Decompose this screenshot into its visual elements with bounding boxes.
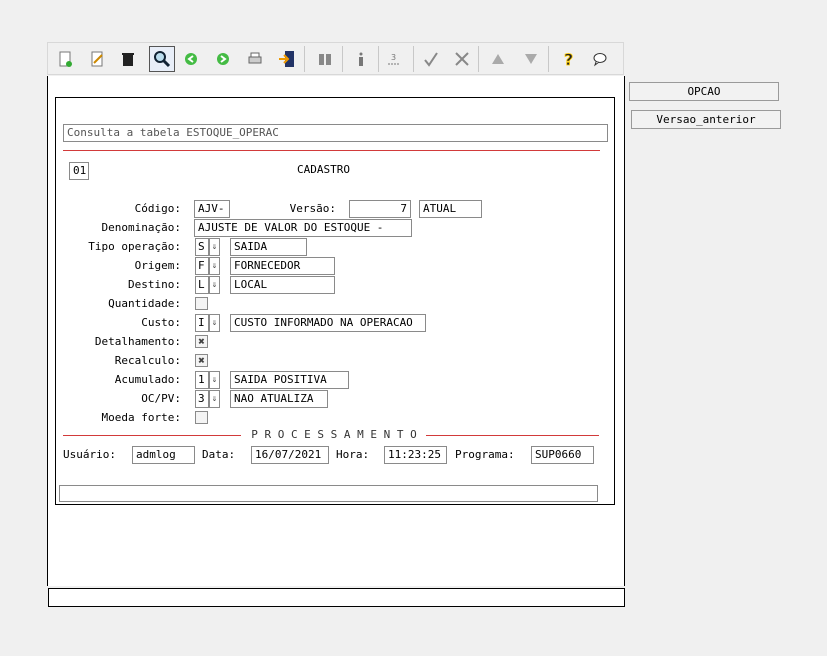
hora-label: Hora:	[336, 448, 370, 461]
versao-anterior-button[interactable]: Versao_anterior	[631, 110, 781, 129]
svg-text:?: ?	[564, 50, 573, 68]
codigo-field[interactable]: AJV-	[194, 200, 230, 218]
usuario-label: Usuário:	[63, 448, 116, 461]
origem-dropdown-icon[interactable]: ⇓	[209, 257, 220, 275]
form-title: Consulta a tabela ESTOQUE_OPERAC	[63, 124, 608, 142]
divider	[63, 150, 600, 151]
print-icon[interactable]	[244, 48, 266, 70]
quantidade-label: Quantidade:	[108, 297, 181, 310]
message-bar	[59, 485, 598, 502]
help-icon[interactable]: ?	[558, 48, 580, 70]
up-icon[interactable]	[487, 48, 509, 70]
acumulado-dropdown-icon[interactable]: ⇓	[209, 371, 220, 389]
codigo-label: Código:	[134, 202, 181, 215]
moeda-forte-label: Moeda forte:	[101, 411, 181, 424]
ocpv-code[interactable]: 3	[195, 390, 209, 408]
section-title: CADASTRO	[297, 163, 350, 176]
processamento-title: P R O C E S S A M E N T O	[251, 428, 417, 441]
acumulado-desc: SAIDA POSITIVA	[230, 371, 349, 389]
denominacao-label: Denominação:	[101, 221, 181, 234]
down-icon[interactable]	[520, 48, 542, 70]
custo-code[interactable]: I	[195, 314, 209, 332]
form-frame: Consulta a tabela ESTOQUE_OPERAC 01 CADA…	[55, 97, 615, 505]
programa-field: SUP0660	[531, 446, 594, 464]
recalculo-label: Recalculo:	[114, 354, 181, 367]
recalculo-checkbox[interactable]: ✖	[195, 354, 208, 367]
tipo-operacao-dropdown-icon[interactable]: ⇓	[209, 238, 220, 256]
edit-icon[interactable]	[86, 48, 108, 70]
custo-label: Custo:	[141, 316, 181, 329]
data-field: 16/07/2021	[251, 446, 329, 464]
origem-label: Origem:	[134, 259, 181, 272]
ocpv-dropdown-icon[interactable]: ⇓	[209, 390, 220, 408]
versao-field[interactable]: 7	[349, 200, 411, 218]
tools-icon[interactable]	[451, 48, 473, 70]
tipo-operacao-label: Tipo operação:	[88, 240, 181, 253]
detalhamento-label: Detalhamento:	[94, 335, 181, 348]
tipo-operacao-desc: SAIDA	[230, 238, 307, 256]
quantidade-checkbox[interactable]	[195, 297, 208, 310]
detalhamento-checkbox[interactable]: ✖	[195, 335, 208, 348]
custo-dropdown-icon[interactable]: ⇓	[209, 314, 220, 332]
versao-label: Versão:	[289, 202, 336, 215]
tab-number[interactable]: 01	[69, 162, 89, 180]
chat-icon[interactable]	[589, 48, 611, 70]
check-icon[interactable]	[420, 48, 442, 70]
binoculars-icon[interactable]	[314, 48, 336, 70]
ocpv-label: OC/PV:	[141, 392, 181, 405]
processamento-line-left	[63, 435, 241, 436]
numbering-icon[interactable]: 3	[383, 48, 405, 70]
trash-icon[interactable]	[117, 48, 139, 70]
destino-code[interactable]: L	[195, 276, 209, 294]
tipo-operacao-code[interactable]: S	[195, 238, 209, 256]
new-doc-icon[interactable]	[54, 48, 76, 70]
destino-desc: LOCAL	[230, 276, 335, 294]
hora-field: 11:23:25	[384, 446, 447, 464]
search-icon[interactable]	[149, 46, 175, 72]
svg-text:3: 3	[391, 53, 396, 62]
acumulado-code[interactable]: 1	[195, 371, 209, 389]
origem-desc: FORNECEDOR	[230, 257, 335, 275]
export-icon[interactable]	[276, 48, 298, 70]
forward-icon[interactable]	[212, 48, 234, 70]
versao-status: ATUAL	[419, 200, 482, 218]
data-label: Data:	[202, 448, 236, 461]
processamento-line-right	[426, 435, 599, 436]
origem-code[interactable]: F	[195, 257, 209, 275]
acumulado-label: Acumulado:	[114, 373, 181, 386]
destino-label: Destino:	[128, 278, 181, 291]
back-icon[interactable]	[180, 48, 202, 70]
destino-dropdown-icon[interactable]: ⇓	[209, 276, 220, 294]
status-bar	[48, 588, 625, 607]
usuario-field: admlog	[132, 446, 195, 464]
ocpv-desc: NAO ATUALIZA	[230, 390, 328, 408]
moeda-forte-checkbox[interactable]	[195, 411, 208, 424]
denominacao-field[interactable]: AJUSTE DE VALOR DO ESTOQUE -	[194, 219, 412, 237]
programa-label: Programa:	[455, 448, 515, 461]
custo-desc: CUSTO INFORMADO NA OPERACAO	[230, 314, 426, 332]
info-icon[interactable]	[350, 48, 372, 70]
opcao-button[interactable]: OPCAO	[629, 82, 779, 101]
toolbar: 3 ?	[47, 42, 624, 75]
